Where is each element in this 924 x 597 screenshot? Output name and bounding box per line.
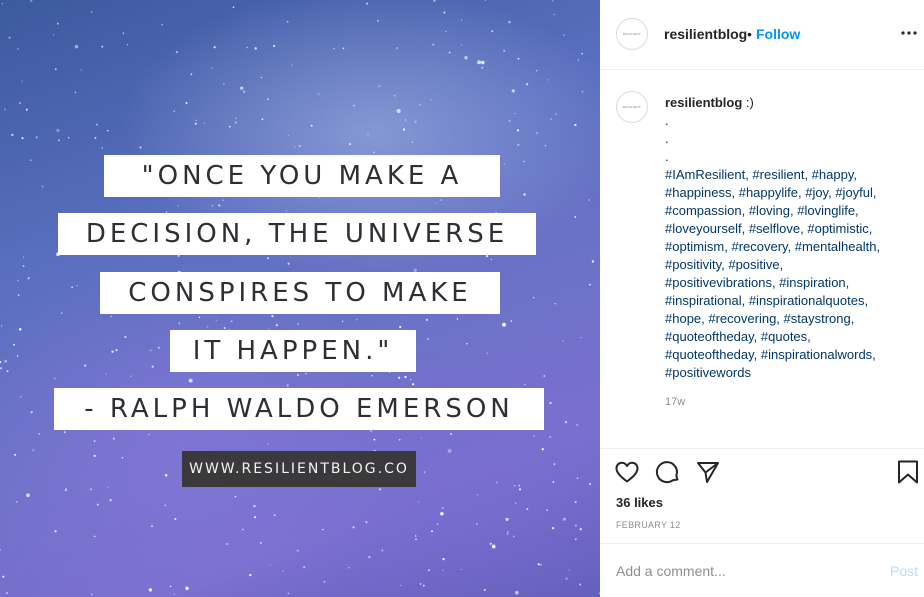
hashtag-line[interactable]: #quoteoftheday, #quotes, [665,328,915,346]
comment-icon[interactable] [655,459,681,485]
quote-line: CONSPIRES TO MAKE [100,272,500,314]
action-bar [600,450,924,490]
caption-dot: . [665,113,669,128]
caption-first-line: resilientblog :) [665,94,915,112]
avatar[interactable]: RESILIENT [616,91,648,123]
quote-line: "ONCE YOU MAKE A [104,155,500,197]
quote-attribution: - RALPH WALDO EMERSON [54,388,544,430]
caption-username[interactable]: resilientblog [665,95,742,110]
quote-line: DECISION, THE UNIVERSE [58,213,536,255]
hashtag-line[interactable]: #positivity, #positive, [665,256,915,274]
quote-line: IT HAPPEN." [170,330,416,372]
heart-icon[interactable] [614,459,640,485]
hashtag-line[interactable]: #compassion, #loving, #lovinglife, [665,202,915,220]
website-tag: WWW.RESILIENTBLOG.CO [182,451,416,487]
post-header: RESILIENT resilientblog • Follow [600,0,924,70]
hashtag-line[interactable]: #quoteoftheday, #inspirationalwords, [665,346,915,364]
likes-count[interactable]: 36 likes [616,495,663,510]
hashtag-line[interactable]: #IAmResilient, #resilient, #happy, [665,166,915,184]
avatar-logo-text: RESILIENT [622,32,642,36]
hashtag-line[interactable]: #hope, #recovering, #staystrong, [665,310,915,328]
quote-text: "ONCE YOU MAKE A DECISION, THE UNIVERSE … [0,0,600,597]
share-icon[interactable] [695,459,721,485]
caption-dot: . [665,149,669,164]
more-options-icon[interactable] [900,28,918,38]
caption-area: RESILIENT resilientblog :) . . . #IAmRes… [600,71,924,449]
hashtag-line[interactable]: #loveyourself, #selflove, #optimistic, [665,220,915,238]
header-username[interactable]: resilientblog [664,26,747,42]
post-image[interactable]: "ONCE YOU MAKE A DECISION, THE UNIVERSE … [0,0,600,597]
hashtag-line[interactable]: #inspirational, #inspirationalquotes, [665,292,915,310]
follow-button[interactable]: Follow [756,26,800,42]
header-separator: • [747,26,752,42]
caption-text: :) [745,95,754,110]
caption-time-ago[interactable]: 17w [665,396,685,408]
post-side-panel: RESILIENT resilientblog • Follow RESILIE… [600,0,924,597]
comment-input[interactable] [616,561,866,581]
caption: resilientblog :) . . . #IAmResilient, #r… [665,94,915,382]
hashtag-line[interactable]: #positivevibrations, #inspiration, [665,274,915,292]
post-comment-button[interactable]: Post [890,563,918,579]
avatar[interactable]: RESILIENT [616,18,648,50]
bookmark-icon[interactable] [895,459,921,485]
avatar-logo-text: RESILIENT [622,105,642,109]
hashtag-line[interactable]: #optimism, #recovery, #mentalhealth, [665,238,915,256]
hashtag-line[interactable]: #positivewords [665,364,915,382]
comment-bar: Post [600,543,924,597]
hashtag-line[interactable]: #happiness, #happylife, #joy, #joyful, [665,184,915,202]
post-date[interactable]: FEBRUARY 12 [616,520,681,530]
caption-dot: . [665,131,669,146]
